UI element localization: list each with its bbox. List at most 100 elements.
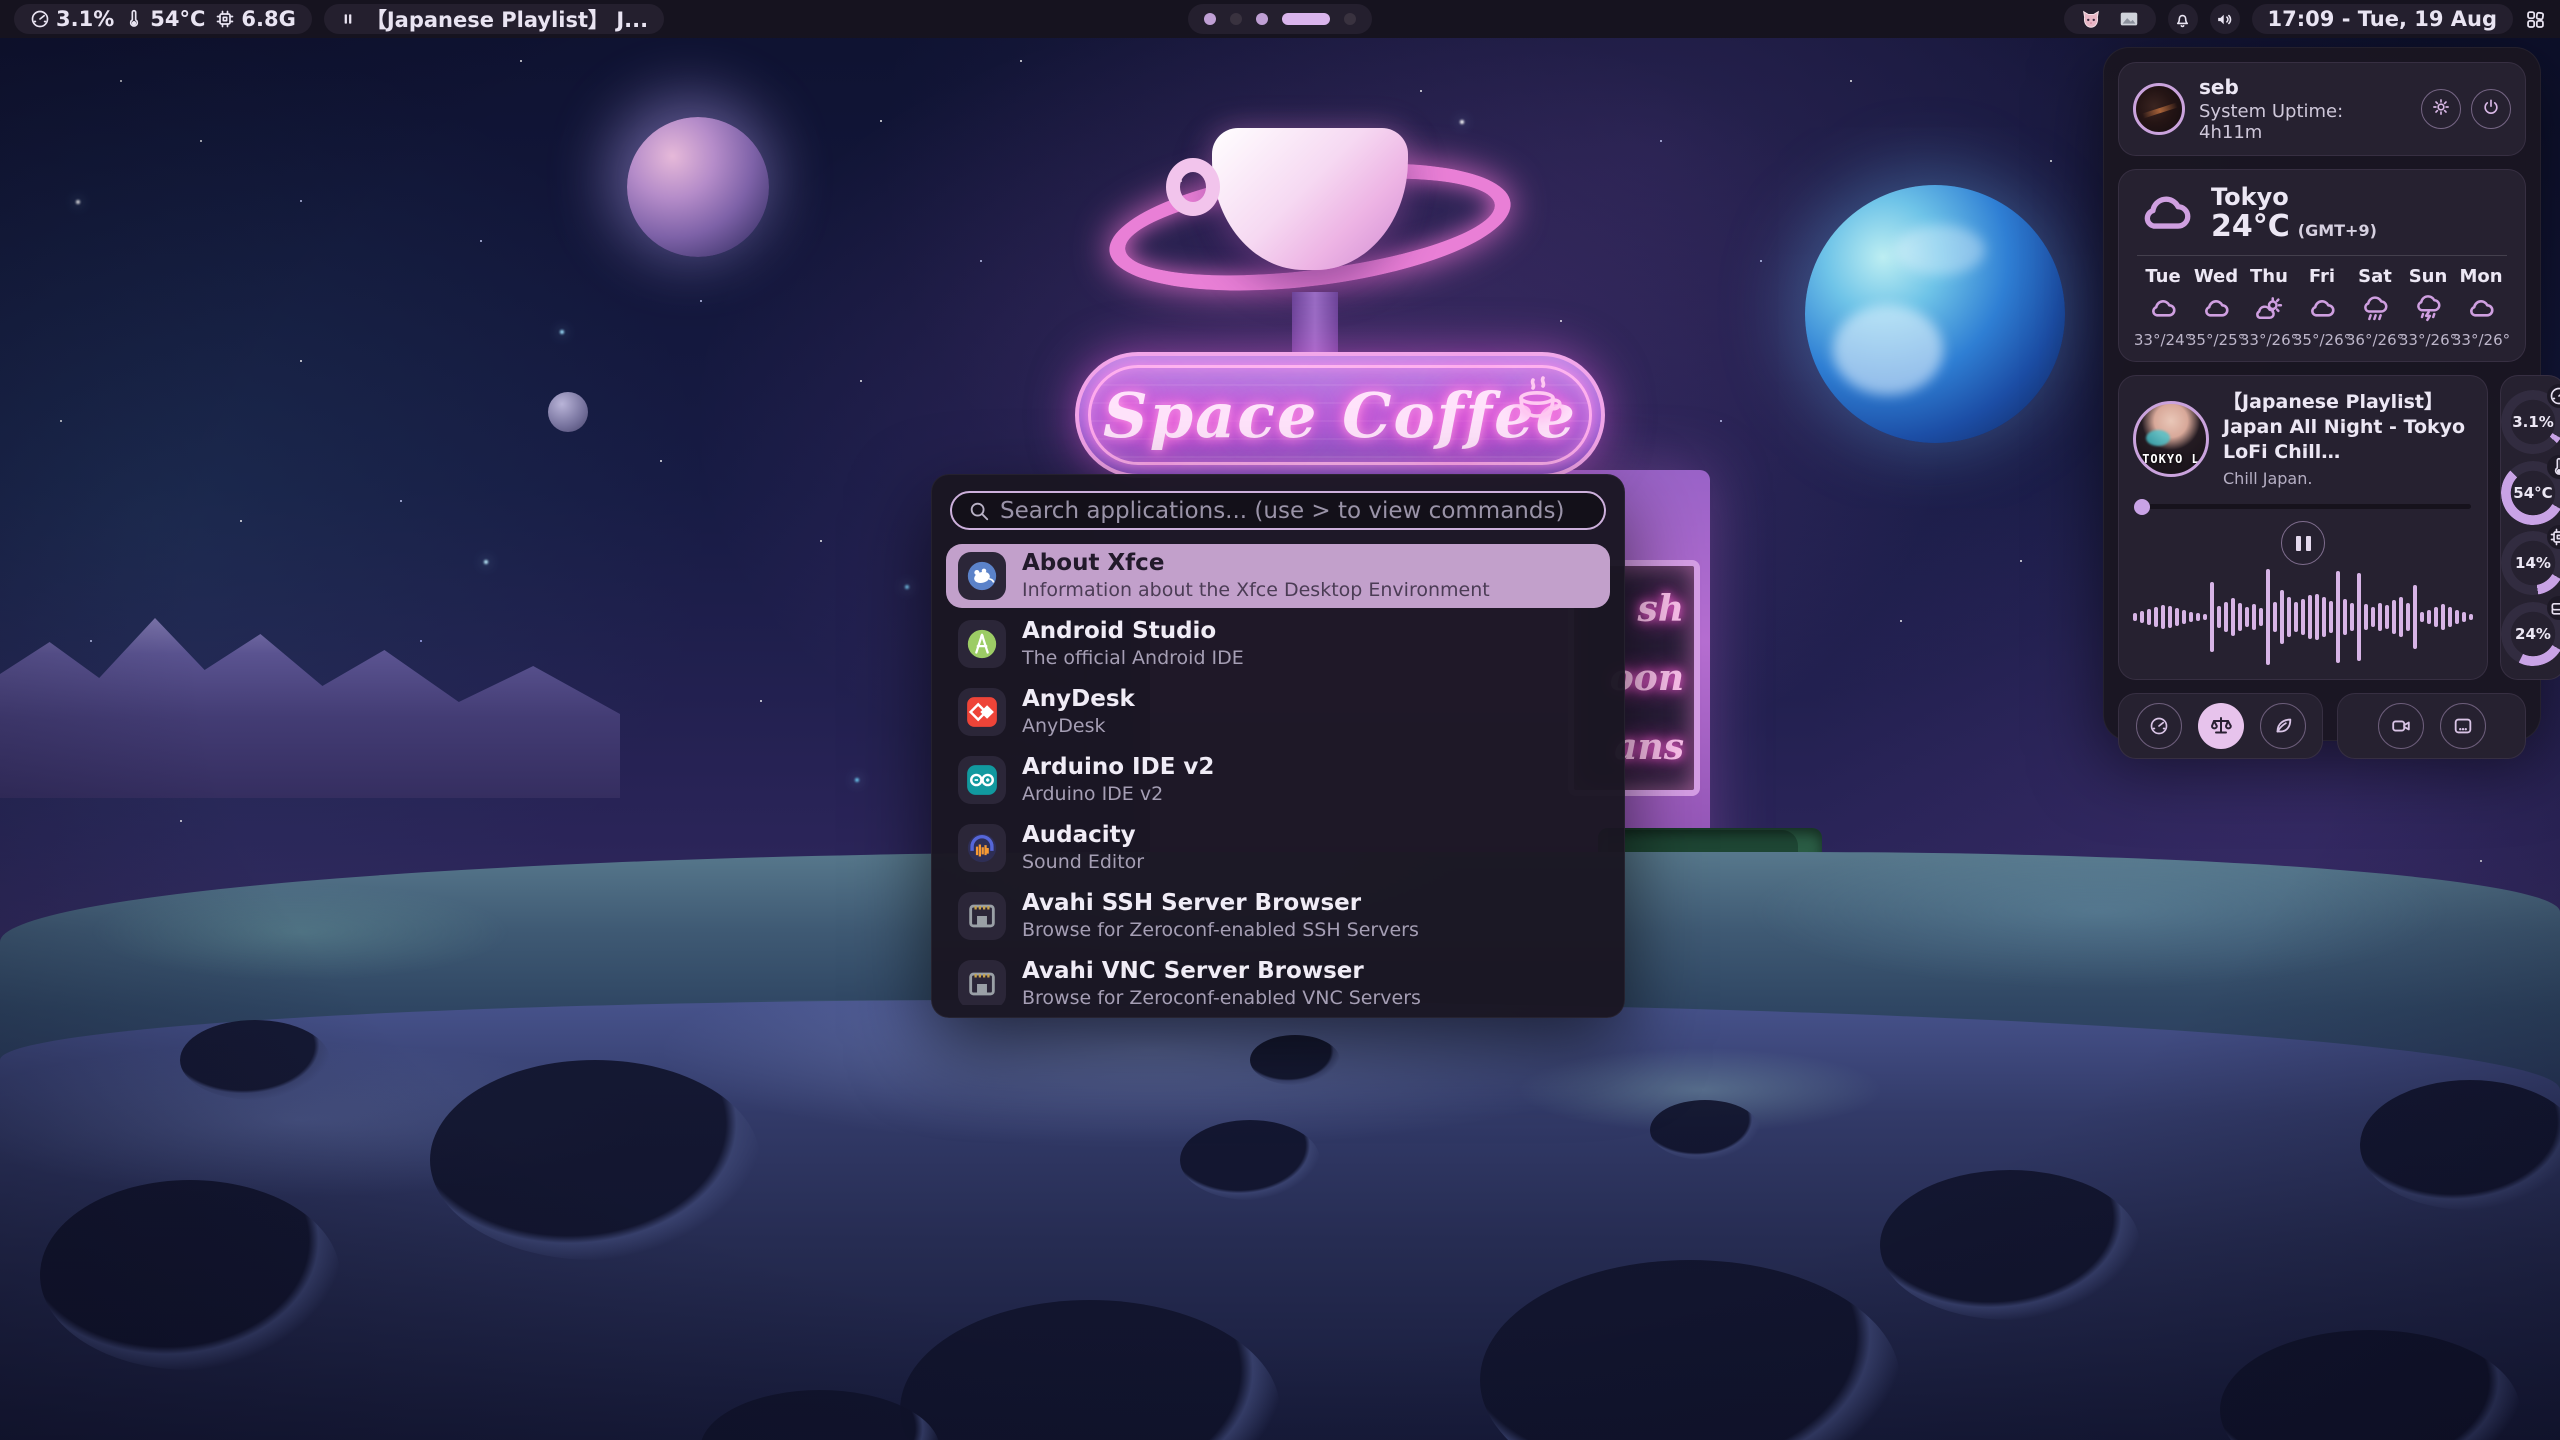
waveform-bar: [2154, 607, 2158, 627]
xfce-app-icon: [958, 552, 1006, 600]
workspace-dot[interactable]: [1204, 13, 1216, 25]
waveform-bar: [2182, 610, 2186, 624]
pause-button[interactable]: [2281, 521, 2325, 565]
waveform-bar: [2462, 612, 2466, 622]
control-sidebar: seb System Uptime: 4h11m Tokyo 24°C (GMT…: [2103, 47, 2541, 741]
workspace-dot[interactable]: [1344, 13, 1356, 25]
waveform-bar: [2301, 599, 2305, 635]
app-name: Arduino IDE v2: [1022, 753, 1214, 782]
screen-record-button[interactable]: [2378, 703, 2424, 749]
workspace-dot[interactable]: [1282, 13, 1330, 25]
waveform-bar: [2168, 606, 2172, 628]
apps-grid-icon[interactable]: [2525, 9, 2546, 30]
forecast-day-label: Mon: [2459, 266, 2502, 287]
waveform-bar: [2469, 614, 2473, 620]
waveform-bar: [2308, 595, 2312, 639]
waveform-bar: [2406, 603, 2410, 631]
audacity-app-icon: [958, 824, 1006, 872]
waveform-bar: [2413, 585, 2417, 649]
waveform-bar: [2434, 607, 2438, 627]
system-gauge: 54°C: [2501, 461, 2560, 525]
weather-temp: 24°C: [2211, 210, 2290, 243]
waveform-bar: [2259, 608, 2263, 626]
forecast-day: Thu33°/26°: [2243, 266, 2295, 349]
launcher-item[interactable]: About XfceInformation about the Xfce Des…: [946, 544, 1610, 608]
wallpaper-icon[interactable]: [2118, 8, 2140, 30]
search-bar[interactable]: [950, 491, 1606, 530]
memory-usage: 6.8G: [241, 7, 295, 31]
workspace-dot[interactable]: [1230, 13, 1242, 25]
volume-button[interactable]: [2210, 4, 2240, 34]
forecast-temps: 35°/25°: [2187, 331, 2245, 349]
launcher-item[interactable]: AnyDeskAnyDesk: [946, 680, 1610, 744]
cpu-temp: 54°C: [150, 7, 205, 31]
launcher-item[interactable]: Arduino IDE v2Arduino IDE v2: [946, 748, 1610, 812]
launcher-item[interactable]: AudacitySound Editor: [946, 816, 1610, 880]
app-description: Sound Editor: [1022, 850, 1144, 875]
track-progress[interactable]: [2135, 504, 2471, 509]
settings-button[interactable]: [2421, 89, 2461, 129]
power-profile-leaf-button[interactable]: [2260, 703, 2306, 749]
app-description: Arduino IDE v2: [1022, 782, 1214, 807]
cpu-usage: 3.1%: [56, 7, 114, 31]
album-caption: TOKYO L: [2136, 452, 2206, 466]
waveform-bar: [2441, 604, 2445, 630]
waveform-bar: [2336, 571, 2340, 663]
app-name: AnyDesk: [1022, 685, 1135, 714]
power-button[interactable]: [2471, 89, 2511, 129]
launcher-results: About XfceInformation about the Xfce Des…: [946, 544, 1610, 1005]
power-profile-speedometer-button[interactable]: [2136, 703, 2182, 749]
tray-pill: [2064, 4, 2156, 34]
chip-icon: [215, 9, 235, 29]
waveform-bar: [2364, 604, 2368, 630]
waveform-bar: [2147, 609, 2151, 625]
speaker-icon: [2215, 10, 2234, 29]
clock-pill[interactable]: 17:09 - Tue, 19 Aug: [2252, 4, 2513, 34]
waveform-bar: [2133, 613, 2137, 621]
cloud-icon: [2307, 294, 2337, 324]
waveform-bar: [2252, 604, 2256, 630]
waveform-bar: [2238, 603, 2242, 631]
progress-knob[interactable]: [2134, 499, 2150, 515]
app-description: Browse for Zeroconf-enabled SSH Servers: [1022, 918, 1419, 943]
waveform-bar: [2350, 603, 2354, 631]
waveform-bar: [2189, 612, 2193, 622]
waveform-bar: [2231, 598, 2235, 636]
workspace-dot[interactable]: [1256, 13, 1268, 25]
now-playing-label: 【Japanese Playlist】 J...: [366, 4, 648, 34]
arduino-app-icon: [958, 756, 1006, 804]
forecast-temps: 35°/26°: [2293, 331, 2351, 349]
app-description: Information about the Xfce Desktop Envir…: [1022, 578, 1490, 603]
gear-icon: [2431, 97, 2451, 121]
notifications-button[interactable]: [2168, 4, 2198, 34]
waveform-bar: [2343, 599, 2347, 635]
forecast-day-label: Sat: [2358, 266, 2392, 287]
forecast-temps: 33°/26°: [2240, 331, 2298, 349]
screenshot-button[interactable]: [2440, 703, 2486, 749]
workspace-indicator[interactable]: [1188, 4, 1372, 34]
avatar: [2133, 83, 2185, 135]
launcher-item[interactable]: Avahi VNC Server BrowserBrowse for Zeroc…: [946, 952, 1610, 1005]
launcher-item[interactable]: Android StudioThe official Android IDE: [946, 612, 1610, 676]
waveform-bar: [2448, 607, 2452, 627]
speedometer-icon: [30, 9, 50, 29]
waveform-bar: [2266, 569, 2270, 665]
disk-icon: [2547, 596, 2560, 620]
forecast-day: Sun33°/26°: [2402, 266, 2454, 349]
pet-icon[interactable]: [2080, 8, 2102, 30]
waveform-bar: [2161, 605, 2165, 629]
launcher-item[interactable]: Avahi SSH Server BrowserBrowse for Zeroc…: [946, 884, 1610, 948]
power-profile-scales-button[interactable]: [2198, 703, 2244, 749]
clock: 17:09 - Tue, 19 Aug: [2268, 7, 2497, 31]
search-input[interactable]: [1000, 498, 1588, 524]
bell-icon: [2173, 10, 2192, 29]
app-description: Browse for Zeroconf-enabled VNC Servers: [1022, 986, 1421, 1005]
storm-icon: [2413, 294, 2443, 324]
now-playing-pill[interactable]: 【Japanese Playlist】 J...: [324, 4, 664, 34]
waveform-bar: [2294, 602, 2298, 632]
desktop: sh oon ans Space Coffee: [0, 0, 2560, 1440]
album-art: TOKYO L: [2133, 401, 2209, 477]
app-description: The official Android IDE: [1022, 646, 1244, 671]
user-card: seb System Uptime: 4h11m: [2118, 62, 2526, 156]
forecast-temps: 33°/26°: [2452, 331, 2510, 349]
